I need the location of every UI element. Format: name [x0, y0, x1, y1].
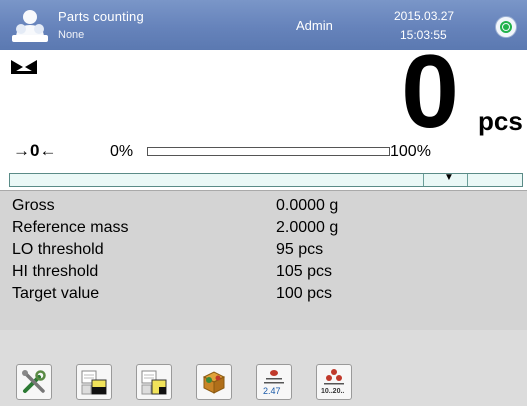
scale-min-label: 0% — [110, 143, 134, 160]
sample-mass-button[interactable]: 2.47 — [256, 364, 292, 400]
scale-max-label: 100% — [390, 143, 431, 160]
mode-subtitle: None — [58, 29, 85, 41]
user-name[interactable]: Admin — [296, 18, 333, 33]
capacity-bar — [147, 147, 390, 156]
target-marker-icon: ▼ — [444, 172, 454, 183]
toolbar: 2.47 10..20.. — [0, 330, 527, 406]
info-value: 95 pcs — [276, 241, 324, 258]
info-value: 105 pcs — [276, 263, 333, 280]
sample-count-icon: 10..20.. — [321, 369, 344, 395]
sample-count-text: 10..20.. — [321, 388, 344, 395]
info-value: 100 pcs — [276, 285, 333, 302]
hi-threshold-tick — [467, 174, 468, 186]
info-value: 0.0000 g — [276, 197, 339, 214]
tare-edit-button[interactable] — [136, 364, 172, 400]
mode-name: Parts counting — [58, 9, 144, 24]
info-panel: Gross 0.0000 g Reference mass 2.0000 g L… — [0, 190, 527, 331]
tare-edit-icon — [141, 370, 167, 395]
product-database-button[interactable] — [196, 364, 232, 400]
sample-mass-icon: 2.47 — [263, 370, 284, 396]
info-label: Reference mass — [12, 219, 129, 236]
stable-indicator-icon — [11, 60, 37, 74]
reading-value: 0 — [401, 34, 459, 150]
info-row-hi-threshold: HI threshold 105 pcs — [0, 263, 527, 285]
reading-unit[interactable]: pcs — [478, 106, 523, 137]
info-label: LO threshold — [12, 241, 104, 258]
tare-icon — [81, 370, 107, 395]
zero-indicator: →0← — [13, 141, 57, 160]
product-database-icon — [202, 371, 226, 394]
tare-button[interactable] — [76, 364, 112, 400]
info-row-lo-threshold: LO threshold 95 pcs — [0, 241, 527, 263]
user-icon[interactable] — [10, 8, 50, 44]
info-row-reference-mass: Reference mass 2.0000 g — [0, 219, 527, 241]
sample-mass-text: 2.47 — [263, 386, 281, 396]
threshold-bar: ▼ — [9, 173, 523, 187]
info-label: Gross — [12, 197, 55, 214]
status-icon[interactable] — [495, 16, 517, 38]
info-row-gross: Gross 0.0000 g — [0, 197, 527, 219]
info-label: HI threshold — [12, 263, 99, 280]
settings-button[interactable] — [16, 364, 52, 400]
sample-count-button[interactable]: 10..20.. — [316, 364, 352, 400]
date: 2015.03.27 — [394, 9, 455, 23]
settings-icon — [22, 370, 46, 393]
lo-threshold-tick — [423, 174, 424, 186]
info-row-target-value: Target value 100 pcs — [0, 285, 527, 307]
info-label: Target value — [12, 285, 100, 302]
info-value: 2.0000 g — [276, 219, 339, 236]
